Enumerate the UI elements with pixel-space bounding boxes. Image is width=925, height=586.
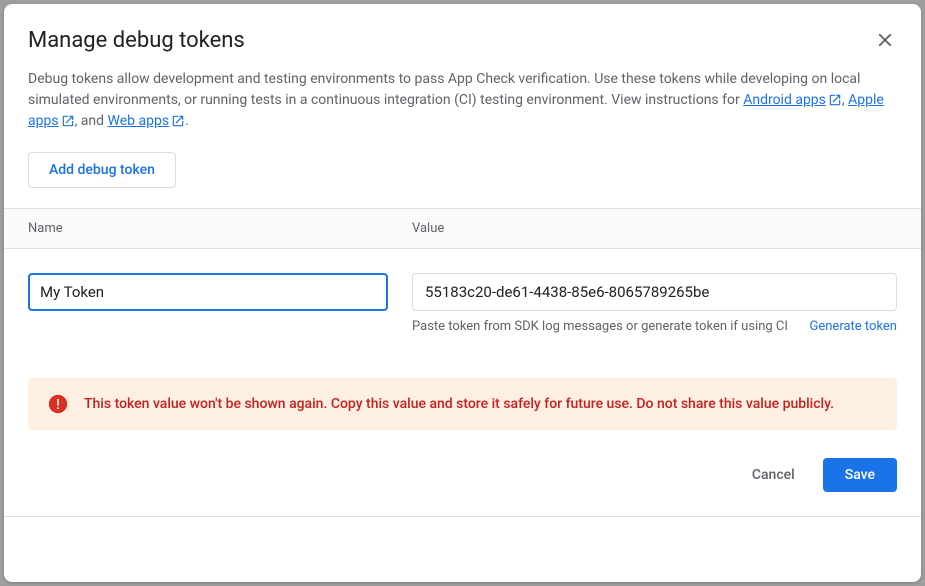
value-column: Paste token from SDK log messages or gen… — [412, 273, 897, 334]
external-link-icon — [61, 114, 75, 128]
external-link-icon — [828, 93, 842, 107]
table-header: Name Value — [4, 208, 921, 249]
description-text: Debug tokens allow development and testi… — [28, 71, 860, 108]
hint-text: Paste token from SDK log messages or gen… — [412, 319, 788, 334]
dialog-header: Manage debug tokens Debug tokens allow d… — [4, 4, 921, 208]
web-apps-link[interactable]: Web apps — [108, 113, 186, 129]
dialog-description: Debug tokens allow development and testi… — [28, 69, 897, 132]
close-button[interactable] — [873, 28, 897, 52]
column-header-name: Name — [28, 209, 412, 248]
generate-token-button[interactable]: Generate token — [810, 319, 898, 334]
error-icon — [48, 394, 68, 414]
warning-text: This token value won't be shown again. C… — [84, 396, 834, 412]
token-row: Paste token from SDK log messages or gen… — [28, 273, 897, 334]
close-icon — [876, 31, 894, 49]
token-name-input[interactable] — [28, 273, 388, 311]
manage-debug-tokens-dialog: Manage debug tokens Debug tokens allow d… — [4, 4, 921, 582]
column-header-value: Value — [412, 209, 897, 248]
cancel-button[interactable]: Cancel — [736, 458, 811, 492]
table-body: Paste token from SDK log messages or gen… — [4, 249, 921, 358]
dialog-title: Manage debug tokens — [28, 28, 897, 53]
save-button[interactable]: Save — [823, 458, 897, 492]
warning-banner: This token value won't be shown again. C… — [28, 378, 897, 430]
hint-row: Paste token from SDK log messages or gen… — [412, 319, 897, 334]
add-debug-token-button[interactable]: Add debug token — [28, 152, 176, 188]
android-apps-link[interactable]: Android apps — [743, 92, 842, 108]
external-link-icon — [171, 114, 185, 128]
dialog-actions: Cancel Save — [4, 430, 921, 517]
token-value-input[interactable] — [412, 273, 897, 311]
